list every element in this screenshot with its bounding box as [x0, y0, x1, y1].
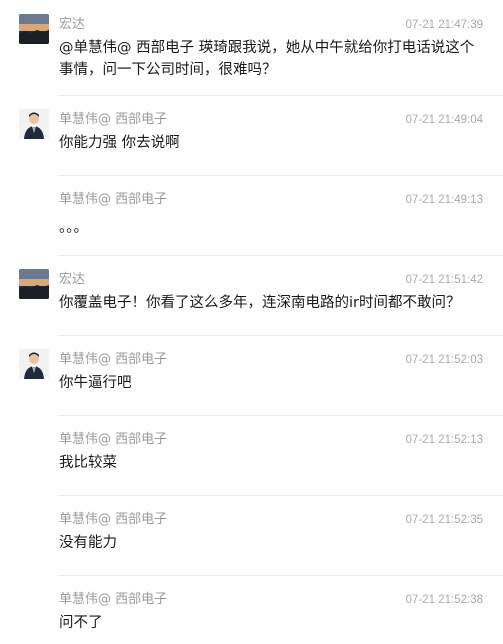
- message-text: 你牛逼行吧: [59, 375, 132, 391]
- divider: [58, 95, 503, 96]
- sender-name: 宏达: [59, 272, 86, 287]
- divider: [58, 255, 503, 256]
- message-timestamp: 07-21 21:47:39: [405, 19, 483, 31]
- message-timestamp: 07-21 21:52:13: [405, 434, 483, 446]
- chat-message: 单慧伟@ 西部电子 07-21 21:52:35 没有能力: [0, 495, 503, 575]
- sender-name: 单慧伟@ 西部电子: [59, 112, 168, 127]
- avatar-person[interactable]: [19, 349, 49, 379]
- message-text: 你能力强 你去说啊: [59, 135, 180, 151]
- message-timestamp: 07-21 21:52:03: [405, 354, 483, 366]
- chat-message: 单慧伟@ 西部电子 07-21 21:52:13 我比较菜: [0, 415, 503, 495]
- divider: [58, 415, 503, 416]
- divider: [58, 335, 503, 336]
- divider: [58, 175, 503, 176]
- message-timestamp: 07-21 21:51:42: [405, 274, 483, 286]
- sender-name: 单慧伟@ 西部电子: [59, 512, 168, 527]
- chat-message: 单慧伟@ 西部电子 07-21 21:49:04 你能力强 你去说啊: [0, 95, 503, 175]
- divider: [58, 575, 503, 576]
- sender-name: 宏达: [59, 17, 86, 32]
- chat-message: 宏达 07-21 21:47:39 @单慧伟@ 西部电子 瑛琦跟我说，她从中午就…: [0, 0, 503, 95]
- message-text: 我比较菜: [59, 455, 117, 471]
- chat-message: 单慧伟@ 西部电子 07-21 21:49:13 。。。: [0, 175, 503, 255]
- message-timestamp: 07-21 21:49:04: [405, 114, 483, 126]
- message-text: 。。。: [59, 220, 88, 236]
- chat-message-list: 宏达 07-21 21:47:39 @单慧伟@ 西部电子 瑛琦跟我说，她从中午就…: [0, 0, 503, 644]
- sender-name: 单慧伟@ 西部电子: [59, 192, 168, 207]
- message-text: 问不了: [59, 615, 103, 631]
- message-text: 没有能力: [59, 535, 117, 551]
- chat-message: 宏达 07-21 21:51:42 你覆盖电子！你看了这么多年，连深南电路的ir…: [0, 255, 503, 335]
- divider: [58, 495, 503, 496]
- avatar-sunset[interactable]: [19, 14, 49, 44]
- sender-name: 单慧伟@ 西部电子: [59, 432, 168, 447]
- sender-name: 单慧伟@ 西部电子: [59, 352, 168, 367]
- sender-name: 单慧伟@ 西部电子: [59, 592, 168, 607]
- message-text: @单慧伟@ 西部电子 瑛琦跟我说，她从中午就给你打电话说这个事情，问一下公司时间…: [59, 40, 475, 78]
- chat-message: 单慧伟@ 西部电子 07-21 21:52:38 问不了: [0, 575, 503, 644]
- avatar-sunset[interactable]: [19, 269, 49, 299]
- message-text: 你覆盖电子！你看了这么多年，连深南电路的ir时间都不敢问？: [59, 295, 461, 311]
- message-timestamp: 07-21 21:52:35: [405, 514, 483, 526]
- message-timestamp: 07-21 21:49:13: [405, 194, 483, 206]
- message-timestamp: 07-21 21:52:38: [405, 594, 483, 606]
- avatar-person[interactable]: [19, 109, 49, 139]
- chat-message: 单慧伟@ 西部电子 07-21 21:52:03 你牛逼行吧: [0, 335, 503, 415]
